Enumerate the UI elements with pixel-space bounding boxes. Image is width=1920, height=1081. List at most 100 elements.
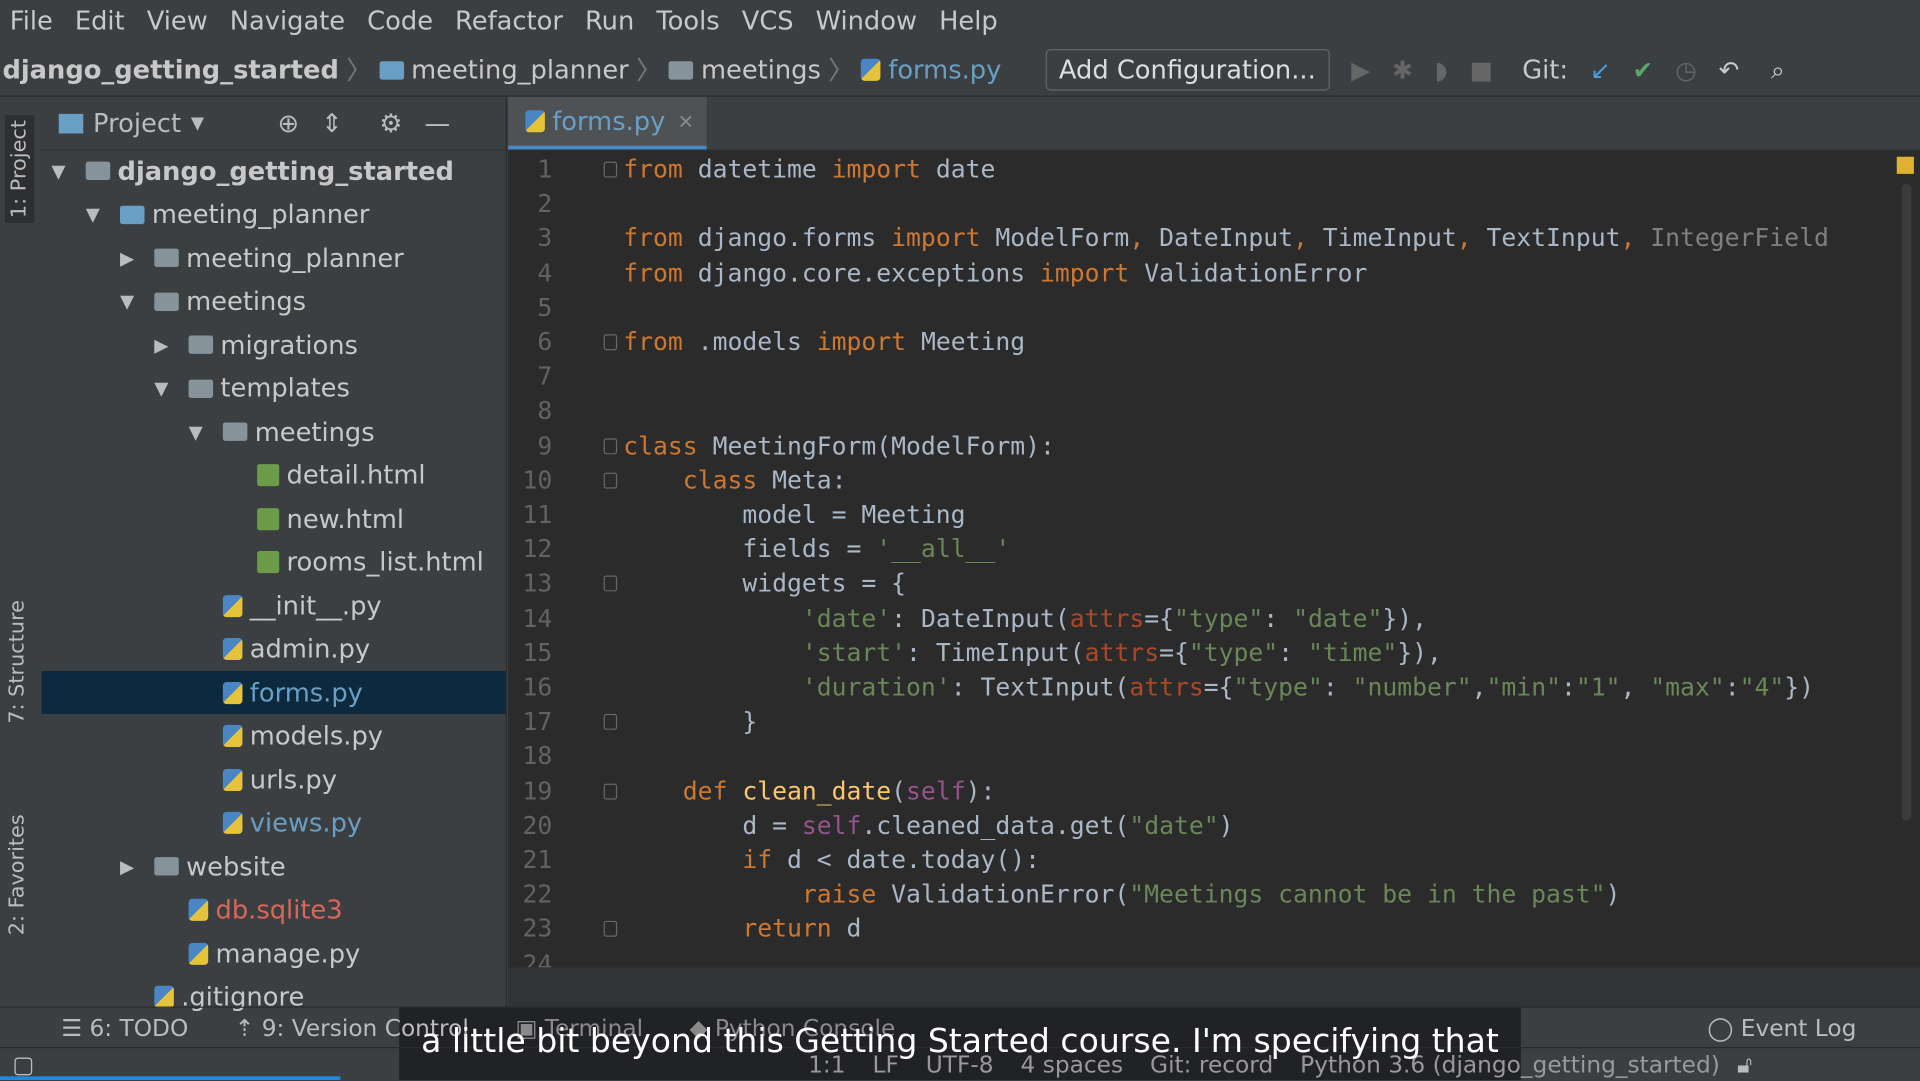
coverage-icon[interactable]: ◗ [1435,55,1448,84]
debug-icon[interactable]: ✱ [1392,55,1413,84]
tool-tab-version-control[interactable]: ⇡ 9: Version Control [235,1014,469,1041]
tree-item[interactable]: __init__.py [42,584,506,627]
line-number: 3 [537,223,553,253]
breadcrumb-forms[interactable]: forms.py [888,55,1001,84]
tree-item[interactable]: ▼ templates [42,367,506,410]
breadcrumb-project[interactable]: django_getting_started [2,55,338,84]
tool-tab-project[interactable]: 1: Project [4,115,35,224]
collapsed-arrow-icon[interactable]: ▶ [120,855,144,877]
code-area[interactable]: 1 from datetime import date 2 3 from django.… [508,149,1920,967]
tree-item[interactable]: db.sqlite3 [42,888,506,931]
menu-window[interactable]: Window [816,6,917,35]
breadcrumb-meeting-planner[interactable]: meeting_planner [411,55,629,84]
tree-item[interactable]: urls.py [42,758,506,801]
expanded-arrow-icon[interactable]: ▼ [154,377,178,399]
tree-item[interactable]: manage.py [42,932,506,975]
lock-icon[interactable]: 🔓︎ [1737,1051,1752,1078]
event-log-button[interactable]: ◯ Event Log [1707,1014,1856,1041]
tree-item[interactable]: ▼ meeting_planner [42,193,506,236]
tree-item[interactable]: views.py [42,801,506,844]
fold-marker-icon[interactable] [603,783,618,800]
video-progress-bar[interactable] [0,1076,341,1081]
file-encoding[interactable]: UTF-8 [926,1051,994,1078]
tree-item[interactable]: new.html [42,497,506,540]
tree-item[interactable]: models.py [42,714,506,757]
project-view-dropdown[interactable]: Project [93,109,181,138]
tree-item[interactable]: ▶ migrations [42,323,506,366]
tree-item[interactable]: rooms_list.html [42,541,506,584]
collapsed-arrow-icon[interactable]: ▶ [120,247,144,269]
tree-item[interactable]: ▼ meetings [42,410,506,453]
fold-marker-icon[interactable] [603,161,618,178]
tree-item[interactable]: admin.py [42,628,506,671]
chevron-down-icon[interactable]: ▼ [191,114,204,134]
add-configuration-button[interactable]: Add Configuration... [1045,48,1330,91]
tree-item[interactable]: ▼ meetings [42,280,506,323]
python-interpreter[interactable]: Python 3.6 (django_getting_started) [1300,1051,1720,1078]
gear-icon[interactable]: ⚙ [379,109,402,138]
line-number: 21 [522,844,553,875]
hide-icon[interactable]: — [425,109,451,138]
editor-scrollbar[interactable] [1901,183,1912,821]
caret-position[interactable]: 1:1 [808,1051,845,1078]
git-revert-icon[interactable]: ↶ [1719,55,1740,84]
menu-view[interactable]: View [147,6,208,35]
tool-tab-structure[interactable]: 7: Structure [5,600,29,724]
toggle-tool-windows-icon[interactable]: ▢ [12,1051,34,1078]
fold-marker-icon[interactable] [603,437,618,454]
menu-tools[interactable]: Tools [656,6,719,35]
tool-tab-python-console[interactable]: ◆ Python Console [690,1014,896,1041]
expanded-arrow-icon[interactable]: ▼ [189,421,213,443]
code-token: "1" [1575,672,1621,702]
locate-icon[interactable]: ⊕ [278,109,300,138]
python-file-icon [188,942,209,965]
tool-tab-todo[interactable]: ☰ 6: TODO [61,1014,188,1041]
fold-marker-icon[interactable] [603,334,618,351]
menu-file[interactable]: File [10,6,53,35]
menu-vcs[interactable]: VCS [742,6,794,35]
tree-item[interactable]: detail.html [42,454,506,497]
git-history-icon[interactable]: ◷ [1675,55,1696,84]
menu-navigate[interactable]: Navigate [230,6,345,35]
breadcrumb-meetings[interactable]: meetings [701,55,821,84]
code-token: , [1471,672,1487,702]
menu-refactor[interactable]: Refactor [455,6,563,35]
git-update-icon[interactable]: ↙ [1590,55,1611,84]
menu-run[interactable]: Run [585,6,634,35]
run-icon[interactable]: ▶ [1351,55,1370,84]
fold-marker-icon[interactable] [603,575,618,592]
tree-item[interactable]: ▶ website [42,845,506,888]
indent-setting[interactable]: 4 spaces [1021,1051,1124,1078]
git-commit-icon[interactable]: ✔ [1633,55,1654,84]
collapse-all-icon[interactable]: ⇕ [321,109,343,138]
line-separator[interactable]: LF [872,1051,898,1078]
tree-item[interactable]: ▼ django_getting_started [42,149,506,192]
expanded-arrow-icon[interactable]: ▼ [51,160,75,182]
code-text: model = Meeting [623,497,965,531]
git-branch[interactable]: Git: record [1150,1051,1273,1078]
code-token: , [1293,223,1323,253]
stop-icon[interactable]: ■ [1470,55,1493,84]
tab-forms-py[interactable]: forms.py ✕ [508,96,707,150]
code-token: from [623,257,683,288]
fold-marker-icon[interactable] [603,921,618,938]
line-number: 12 [522,534,553,564]
search-icon[interactable]: ⌕ [1771,55,1785,84]
collapsed-arrow-icon[interactable]: ▶ [154,334,178,356]
fold-marker-icon[interactable] [603,714,618,731]
tree-item[interactable]: forms.py [41,671,506,714]
close-icon[interactable]: ✕ [678,110,694,133]
tool-tab-favorites[interactable]: 2: Favorites [5,814,29,935]
tree-item[interactable]: ▶ meeting_planner [42,236,506,279]
menu-edit[interactable]: Edit [75,6,125,35]
expanded-arrow-icon[interactable]: ▼ [86,203,110,225]
fold-marker-icon[interactable] [603,472,618,489]
tool-tab-terminal[interactable]: ▣ Terminal [515,1014,643,1041]
inspection-status-icon[interactable] [1896,156,1914,174]
code-line: 24 [508,946,1892,967]
tree-item-label: manage.py [215,938,361,968]
menu-code[interactable]: Code [367,6,433,35]
expanded-arrow-icon[interactable]: ▼ [120,290,144,312]
menu-help[interactable]: Help [939,6,998,35]
